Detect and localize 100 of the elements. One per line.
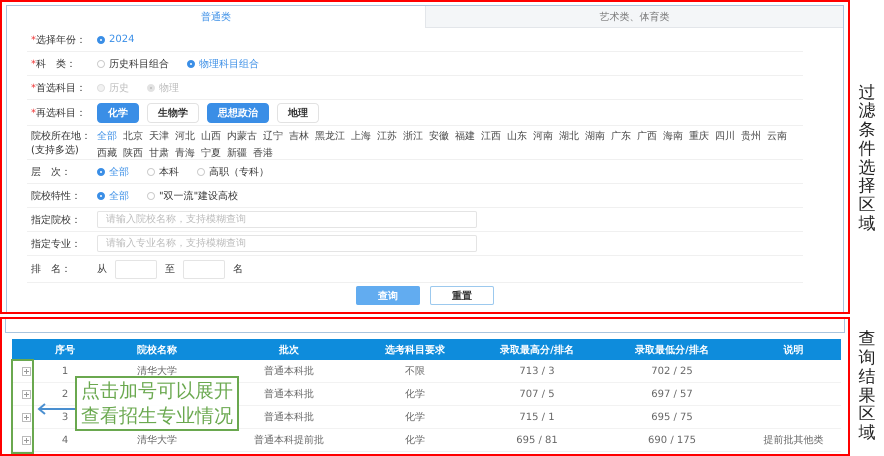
region-option[interactable]: 上海: [351, 129, 371, 143]
rank-input[interactable]: [115, 260, 157, 278]
region-option[interactable]: 四川: [715, 129, 735, 143]
radio-button[interactable]: [97, 192, 105, 200]
expand-plus-icon[interactable]: [22, 366, 30, 376]
region-option[interactable]: 河南: [533, 129, 553, 143]
expand-plus-icon[interactable]: [22, 436, 30, 444]
region-option[interactable]: 山东: [507, 129, 527, 143]
field-label: *科 类：: [31, 58, 77, 70]
column-header: 院校名称: [136, 344, 178, 356]
table-cell: 4: [62, 434, 68, 446]
radio-button[interactable]: [147, 168, 155, 176]
region-option[interactable]: 浙江: [403, 129, 423, 143]
tab[interactable]: 艺术类、体育类: [424, 6, 843, 28]
table-cell: 2: [62, 388, 68, 400]
table-cell: 690 / 175: [648, 434, 696, 446]
table-cell-text: 清华大学: [137, 434, 177, 447]
radio-button[interactable]: [97, 168, 105, 176]
region-option[interactable]: 青海: [175, 146, 195, 160]
radio-option[interactable]: 历史科目组合: [97, 56, 169, 70]
callout-note: 点击加号可以展开查看招生专业情况: [75, 376, 239, 432]
field-note: (支持多选): [31, 144, 80, 157]
radio-option[interactable]: 物理科目组合: [187, 56, 259, 70]
table-cell: 695 / 81: [516, 434, 558, 446]
radio-button[interactable]: [97, 36, 105, 44]
range-from-label: 从: [97, 262, 107, 276]
field-label: 排 名：: [31, 262, 72, 276]
table-cell-text: 提前批其他类: [764, 434, 824, 447]
table-cell-text: 化学: [405, 388, 425, 401]
column-header: 录取最高分/排名: [499, 343, 575, 356]
region-option[interactable]: 江苏: [377, 129, 397, 143]
table-cell: 697 / 57: [651, 388, 693, 400]
field-label: 指定专业：: [31, 238, 82, 250]
action-button[interactable]: 重置: [430, 286, 494, 305]
table-cell-text: 化学: [405, 434, 425, 447]
region-option[interactable]: 海南: [663, 129, 683, 143]
region-option[interactable]: 新疆: [227, 146, 247, 160]
region-option[interactable]: 云南: [767, 129, 787, 143]
radio-button[interactable]: [197, 168, 205, 176]
column-header: 录取最低分/排名: [634, 344, 710, 356]
radio-option[interactable]: 高职（专科）: [197, 164, 269, 178]
expand-plus-icon[interactable]: [22, 390, 30, 398]
region-option[interactable]: 山西: [201, 129, 221, 143]
radio-button[interactable]: [187, 60, 195, 68]
rank-unit-label: 名: [233, 263, 243, 276]
field-label: 指定院校：: [31, 214, 82, 226]
region-option[interactable]: 河北: [175, 129, 195, 143]
table-cell: 715 / 1: [519, 412, 555, 422]
field-label: 院校特性：: [31, 190, 82, 202]
table-cell-text: 普通本科批: [264, 410, 314, 424]
area-label: 过滤条件选择区域: [858, 84, 876, 234]
rank-input[interactable]: [183, 260, 225, 278]
region-option[interactable]: 辽宁: [263, 129, 283, 143]
range-to-label: 至: [165, 263, 175, 276]
text-input[interactable]: 请输入院校名称，支持模糊查询: [97, 211, 477, 228]
region-option[interactable]: 福建: [455, 129, 475, 143]
field-label: *选择年份：: [31, 34, 87, 46]
radio-button[interactable]: [97, 60, 105, 68]
table-cell-text: 清华大学: [137, 364, 177, 378]
region-option[interactable]: 天津: [149, 129, 169, 143]
region-option[interactable]: 贵州: [741, 129, 761, 143]
field-label: *再选科目：: [31, 106, 87, 120]
table-cell-text: 普通本科提前批: [254, 434, 324, 447]
region-option[interactable]: 宁夏: [201, 146, 221, 160]
subject-chip[interactable]: 地理: [277, 102, 319, 122]
region-option[interactable]: 北京: [123, 129, 143, 143]
region-option[interactable]: 广西: [637, 129, 657, 143]
table-cell: 707 / 5: [519, 388, 555, 400]
region-option[interactable]: 湖北: [559, 129, 579, 143]
table-cell: 713 / 3: [519, 366, 555, 376]
table-cell-text: 不限: [405, 365, 425, 378]
region-option[interactable]: 黑龙江: [315, 129, 345, 143]
region-option[interactable]: 江西: [481, 129, 501, 143]
region-option[interactable]: 吉林: [289, 129, 309, 143]
field-label: *首选科目：: [31, 82, 87, 94]
table-cell: 3: [62, 412, 68, 422]
radio-option[interactable]: "双一流"建设高校: [147, 188, 238, 202]
region-option[interactable]: 湖南: [585, 129, 605, 143]
table-cell-text: 普通本科批: [264, 388, 314, 401]
text-input[interactable]: 请输入专业名称，支持模糊查询: [97, 235, 477, 252]
subject-chip[interactable]: 生物学: [147, 102, 199, 122]
table-cell-text: 化学: [405, 411, 425, 424]
column-header: 说明: [782, 344, 804, 356]
region-option[interactable]: 广东: [611, 129, 631, 143]
area-label: 查询结果区域: [858, 330, 876, 443]
region-option[interactable]: 西藏: [97, 146, 117, 160]
table-cell-text: 普通本科批: [264, 364, 314, 378]
table-cell: 702 / 25: [651, 366, 693, 376]
region-option[interactable]: 重庆: [689, 129, 709, 143]
region-option[interactable]: 甘肃: [149, 146, 169, 160]
column-header: 选考科目要求: [384, 344, 446, 356]
field-label: 层 次：: [31, 166, 72, 178]
region-option[interactable]: 内蒙古: [227, 129, 257, 143]
radio-button[interactable]: [147, 192, 155, 200]
field-label: 院校所在地：: [31, 130, 89, 143]
region-option[interactable]: 安徽: [429, 129, 449, 143]
radio-option[interactable]: 本科: [147, 164, 179, 178]
expand-plus-icon[interactable]: [22, 412, 30, 422]
region-option[interactable]: 香港: [253, 146, 273, 160]
region-option[interactable]: 陕西: [123, 146, 143, 160]
